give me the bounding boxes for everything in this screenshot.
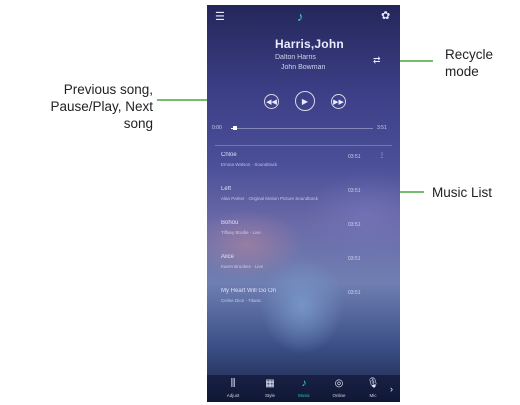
previous-icon: ◀◀ — [266, 98, 277, 106]
recycle-annotation: Recycle mode — [445, 46, 493, 80]
nav-label: Music — [298, 393, 310, 398]
phone-screen: ☰ ♪ ✿ Harris,John Dalton Harris John Bow… — [207, 5, 400, 402]
controls-annotation-line2: Pause/Play, Next — [50, 99, 153, 114]
equalizer-logo-icon: ♪ — [297, 9, 304, 24]
music-note-icon: ♪ — [301, 378, 307, 389]
now-playing-album: John Bowman — [281, 64, 326, 71]
music-list: Chloe Emma Watson · Soundtrack 03:51 ⋮ L… — [207, 149, 400, 319]
menu-icon[interactable]: ☰ — [215, 12, 225, 23]
previous-song-button[interactable]: ◀◀ — [264, 94, 279, 109]
list-item-duration: 03:51 — [348, 256, 361, 262]
nav-label: Online — [332, 393, 346, 398]
controls-annotation-line1: Previous song, — [63, 82, 153, 97]
repeat-icon[interactable]: ⇄ — [373, 55, 381, 66]
more-options-icon[interactable]: ⋮ — [379, 152, 385, 159]
list-item-duration: 03:51 — [348, 222, 361, 228]
chevron-right-icon[interactable]: › — [390, 384, 393, 394]
nav-label: Adjust — [226, 393, 240, 398]
nav-label: Mic — [369, 393, 377, 398]
gear-icon[interactable]: ✿ — [381, 11, 390, 22]
list-item-subtitle: Emma Watson · Soundtrack — [221, 162, 278, 167]
next-icon: ▶▶ — [333, 98, 344, 106]
list-divider — [215, 145, 392, 146]
list-item-subtitle: Tiffany Brodie · Live — [221, 230, 261, 235]
controls-annotation-line3: song — [123, 116, 153, 131]
list-item-title: Bohou — [221, 220, 239, 226]
grid-icon: ▦ — [265, 378, 275, 389]
list-item-title: Chloe — [221, 152, 237, 158]
nav-label: Style — [264, 393, 275, 398]
time-elapsed: 0:00 — [212, 125, 222, 131]
nav-adjust[interactable]: ⫼ Adjust — [218, 378, 248, 398]
progress-bar[interactable] — [231, 128, 373, 129]
controls-annotation: Previous song, Pause/Play, Next song — [0, 81, 153, 132]
list-item[interactable]: Bohou Tiffany Brodie · Live 03:51 — [207, 217, 400, 251]
music-list-annotation: Music List — [432, 185, 493, 200]
next-song-button[interactable]: ▶▶ — [331, 94, 346, 109]
recycle-annotation-line2: mode — [445, 64, 479, 79]
list-item[interactable]: Chloe Emma Watson · Soundtrack 03:51 ⋮ — [207, 149, 400, 183]
bottom-nav: ⫼ Adjust ▦ Style ♪ Music ◎ Online 🎙 Mic … — [207, 375, 400, 402]
list-item-title: Left — [221, 186, 232, 192]
nav-mic[interactable]: 🎙 Mic — [358, 378, 388, 398]
list-item-subtitle: Celine Dion · Titanic — [221, 298, 262, 303]
sliders-icon: ⫼ — [230, 378, 236, 389]
nav-online[interactable]: ◎ Online — [324, 378, 354, 398]
progress-knob[interactable] — [233, 126, 237, 130]
list-item-duration: 03:51 — [348, 154, 361, 160]
radio-icon: ◎ — [334, 378, 344, 389]
list-item-title: Alice — [221, 254, 235, 260]
nav-music[interactable]: ♪ Music — [289, 378, 319, 398]
list-item-subtitle: Karen Brookes · Live — [221, 264, 264, 269]
recycle-annotation-line1: Recycle — [445, 47, 494, 62]
list-item[interactable]: Left Alan Parker · Original Motion Pictu… — [207, 183, 400, 217]
list-item-duration: 03:51 — [348, 188, 361, 194]
list-item[interactable]: My Heart Will Go On Celine Dion · Titani… — [207, 285, 400, 319]
list-item-duration: 03:51 — [348, 290, 361, 296]
now-playing-title: Harris,John — [275, 37, 344, 51]
play-pause-button[interactable]: ▶ — [295, 91, 315, 111]
time-total: 3:51 — [377, 125, 387, 131]
nav-style[interactable]: ▦ Style — [255, 378, 285, 398]
now-playing-artist: Dalton Harris — [275, 54, 316, 61]
list-item-subtitle: Alan Parker · Original Motion Picture So… — [221, 196, 319, 201]
list-item[interactable]: Alice Karen Brookes · Live 03:51 — [207, 251, 400, 285]
list-item-title: My Heart Will Go On — [221, 288, 277, 294]
microphone-icon: 🎙 — [366, 378, 380, 389]
play-pause-icon: ▶ — [301, 96, 309, 106]
